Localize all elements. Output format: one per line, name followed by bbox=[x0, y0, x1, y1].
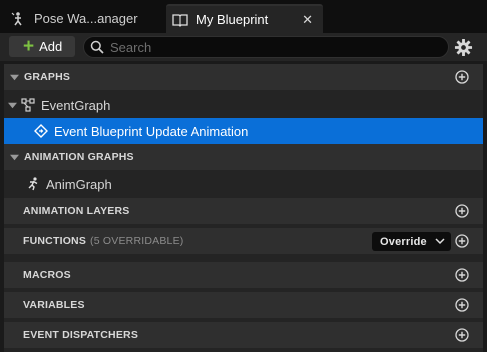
search-box bbox=[83, 36, 449, 58]
plus-circle-icon[interactable] bbox=[455, 298, 469, 312]
tab-label: Pose Wa...anager bbox=[34, 11, 138, 26]
my-blueprint-window: Pose Wa...anager My Blueprint ✕ + Add Se… bbox=[0, 0, 487, 352]
section-title: ANIMATION LAYERS bbox=[23, 205, 130, 217]
section-title: ANIMATION GRAPHS bbox=[24, 151, 134, 163]
my-blueprint-panel: GRAPHS EventGraph Event Blueprint Update… bbox=[4, 64, 483, 352]
tab-pose-warping-manager[interactable]: Pose Wa...anager bbox=[4, 4, 162, 33]
section-animation-graphs[interactable]: ANIMATION GRAPHS bbox=[4, 144, 483, 170]
add-button-label: Add bbox=[39, 39, 63, 54]
section-event-dispatchers[interactable]: EVENT DISPATCHERS bbox=[4, 322, 483, 348]
plus-circle-icon[interactable] bbox=[455, 328, 469, 342]
tab-label: My Blueprint bbox=[196, 12, 269, 27]
tree-item-blueprint-update-animation[interactable]: Event Blueprint Update Animation bbox=[4, 118, 483, 144]
tree-item-anim-graph[interactable]: AnimGraph bbox=[4, 171, 483, 197]
tree-item-event-graph[interactable]: EventGraph bbox=[4, 92, 483, 118]
tree-item-label: EventGraph bbox=[41, 97, 111, 113]
section-title: VARIABLES bbox=[23, 299, 85, 311]
gear-icon[interactable] bbox=[454, 38, 473, 57]
section-variables[interactable]: VARIABLES bbox=[4, 292, 483, 318]
plus-circle-icon[interactable] bbox=[455, 70, 469, 84]
plus-icon: + bbox=[23, 36, 35, 57]
override-label: Override bbox=[380, 235, 427, 248]
add-button[interactable]: + Add bbox=[9, 36, 75, 57]
tree-item-label: AnimGraph bbox=[46, 176, 112, 192]
close-icon[interactable]: ✕ bbox=[302, 12, 313, 28]
section-title: MACROS bbox=[23, 269, 71, 281]
event-graph-icon bbox=[21, 98, 35, 112]
search-input[interactable] bbox=[110, 39, 430, 55]
tree-item-label: Event Blueprint Update Animation bbox=[54, 123, 249, 139]
blueprint-book-icon bbox=[172, 13, 188, 27]
section-graphs[interactable]: GRAPHS bbox=[4, 64, 483, 90]
section-title: GRAPHS bbox=[24, 71, 71, 83]
section-macros[interactable]: MACROS bbox=[4, 262, 483, 288]
overridable-count: (5 OVERRIDABLE) bbox=[90, 235, 184, 247]
section-title: EVENT DISPATCHERS bbox=[23, 329, 139, 341]
pose-asset-icon bbox=[11, 11, 22, 25]
chevron-down-icon bbox=[435, 238, 445, 245]
override-dropdown[interactable]: Override bbox=[372, 232, 451, 251]
plus-circle-icon[interactable] bbox=[455, 234, 469, 248]
plus-circle-icon[interactable] bbox=[455, 204, 469, 218]
section-animation-layers[interactable]: ANIMATION LAYERS bbox=[4, 198, 483, 224]
collapse-arrow-icon bbox=[8, 102, 17, 108]
event-node-icon bbox=[34, 124, 48, 138]
toolbar: + Add bbox=[0, 33, 487, 61]
collapse-arrow-icon bbox=[10, 154, 19, 160]
search-icon bbox=[90, 40, 104, 54]
section-functions[interactable]: FUNCTIONS (5 OVERRIDABLE) Override bbox=[4, 228, 483, 254]
tab-my-blueprint[interactable]: My Blueprint ✕ bbox=[166, 4, 323, 33]
plus-circle-icon[interactable] bbox=[455, 268, 469, 282]
collapse-arrow-icon bbox=[10, 74, 19, 80]
running-figure-icon bbox=[28, 177, 38, 191]
section-title: FUNCTIONS bbox=[23, 235, 87, 247]
tab-bar: Pose Wa...anager My Blueprint ✕ bbox=[0, 0, 487, 33]
